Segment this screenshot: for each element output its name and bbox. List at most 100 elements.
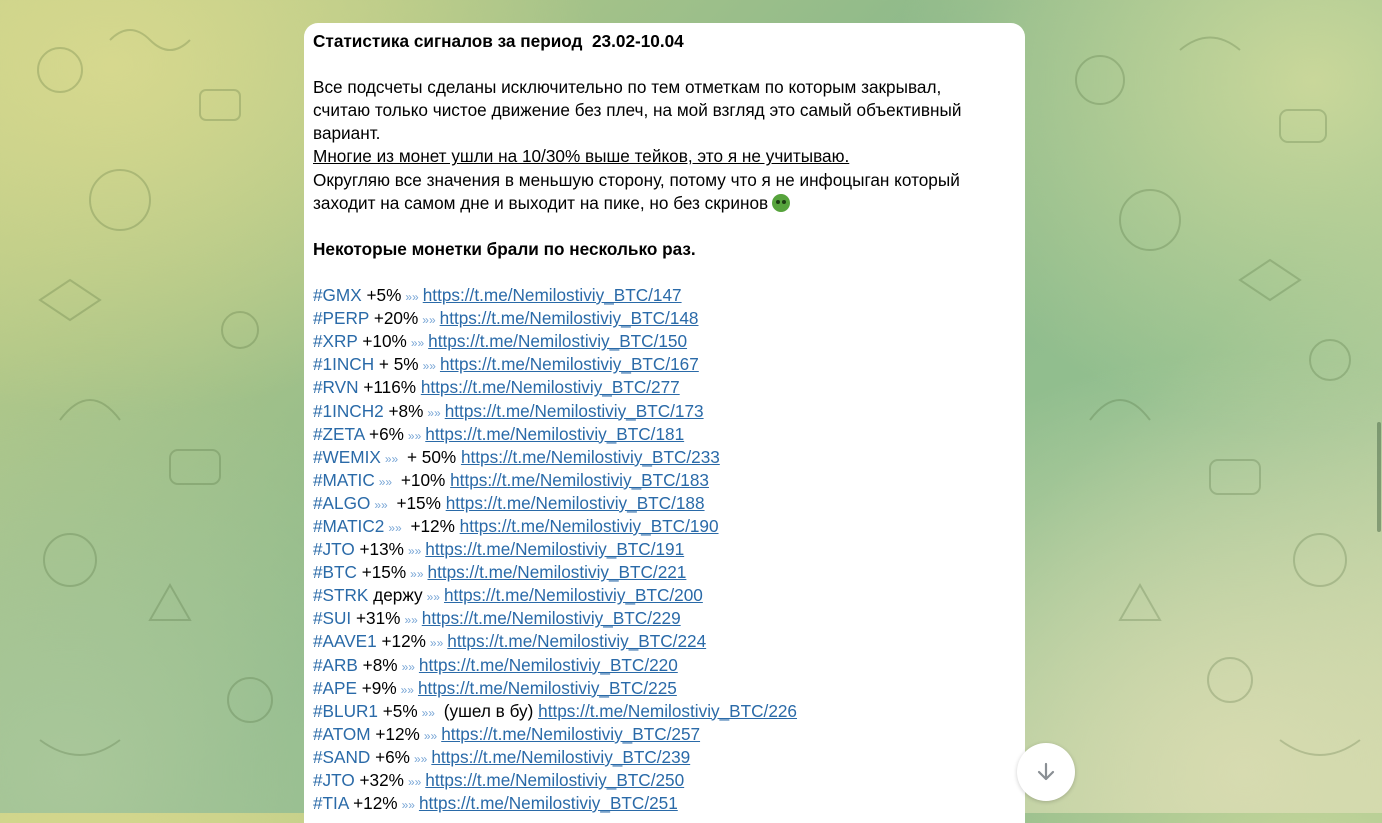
hashtag-link[interactable]: #APE: [313, 678, 357, 698]
post-link[interactable]: https://t.me/Nemilostiviy_BTC/191: [425, 539, 684, 559]
signal-result: +13%: [354, 539, 404, 560]
post-link[interactable]: https://t.me/Nemilostiviy_BTC/257: [441, 724, 700, 744]
hashtag-link[interactable]: #PERP: [313, 308, 369, 328]
signal-result: + 5%: [374, 354, 419, 375]
post-link[interactable]: https://t.me/Nemilostiviy_BTC/229: [422, 608, 681, 628]
arrow-emoji-icon: »»: [429, 636, 444, 651]
rounding-line-text: заходит на самом дне и выходит на пике, …: [313, 192, 769, 213]
post-link[interactable]: https://t.me/Nemilostiviy_BTC/188: [446, 493, 705, 513]
arrow-emoji-icon: »»: [404, 613, 418, 628]
post-link[interactable]: https://t.me/Nemilostiviy_BTC/239: [431, 747, 690, 767]
message-content: Статистика сигналов за период 23.02-10.0…: [304, 23, 1025, 815]
arrow-emoji-icon: »»: [410, 336, 425, 351]
hashtag-link[interactable]: #GMX: [313, 285, 362, 305]
signal-row: #1INCH2 +8%»» https://t.me/Nemilostiviy_B…: [313, 400, 1016, 423]
signal-row: #BLUR1 +5%»» (ушел в бу) https://t.me/Ne…: [313, 700, 1016, 723]
hashtag-link[interactable]: #XRP: [313, 331, 358, 351]
signal-row: #APE +9%»» https://t.me/Nemilostiviy_BTC/…: [313, 677, 1016, 700]
rounding-line-with-emoji: заходит на самом дне и выходит на пике, …: [313, 192, 1016, 215]
signal-result: + 50%: [402, 446, 457, 467]
signal-result: +6%: [364, 423, 404, 444]
hashtag-link[interactable]: #JTO: [313, 770, 355, 790]
post-link[interactable]: https://t.me/Nemilostiviy_BTC/250: [425, 770, 684, 790]
hashtag-link[interactable]: #STRK: [313, 585, 368, 605]
post-link[interactable]: https://t.me/Nemilostiviy_BTC/220: [419, 655, 678, 675]
arrow-emoji-icon: »»: [407, 544, 422, 559]
post-link[interactable]: https://t.me/Nemilostiviy_BTC/173: [445, 401, 704, 421]
signal-row: #STRK держу»» https://t.me/Nemilostiviy_B…: [313, 584, 1016, 607]
arrow-emoji-icon: »»: [427, 405, 441, 420]
post-link[interactable]: https://t.me/Nemilostiviy_BTC/233: [461, 447, 720, 467]
signal-result: +5%: [361, 285, 402, 306]
hashtag-link[interactable]: #BLUR1: [313, 701, 378, 721]
post-link[interactable]: https://t.me/Nemilostiviy_BTC/224: [447, 631, 706, 651]
post-link[interactable]: https://t.me/Nemilostiviy_BTC/167: [440, 354, 699, 374]
hashtag-link[interactable]: #BTC: [313, 562, 357, 582]
hashtag-link[interactable]: #ATOM: [313, 724, 371, 744]
signal-row: #TIA +12%»» https://t.me/Nemilostiviy_BTC…: [313, 792, 1016, 815]
hashtag-link[interactable]: #ZETA: [313, 424, 364, 444]
signal-result: +10%: [396, 469, 446, 490]
signal-row: #PERP +20%»» https://t.me/Nemilostiviy_BT…: [313, 307, 1016, 330]
signal-result: +15%: [356, 562, 407, 583]
signal-row: #ATOM +12%»» https://t.me/Nemilostiviy_BT…: [313, 723, 1016, 746]
post-link[interactable]: https://t.me/Nemilostiviy_BTC/147: [423, 285, 682, 305]
arrow-emoji-icon: »»: [374, 497, 388, 512]
signal-row: #MATIC»» +10% https://t.me/Nemilostiviy_…: [313, 469, 1016, 492]
signal-result: +12%: [405, 515, 455, 536]
signal-row: #SUI +31%»» https://t.me/Nemilostiviy_BTC…: [313, 607, 1016, 630]
hashtag-link[interactable]: #MATIC: [313, 470, 375, 490]
scroll-down-button[interactable]: [1017, 743, 1075, 801]
arrow-emoji-icon: »»: [405, 290, 419, 305]
message-title: Статистика сигналов за период 23.02-10.0…: [313, 31, 684, 51]
post-link[interactable]: https://t.me/Nemilostiviy_BTC/190: [460, 516, 719, 536]
signal-row: #ARB +8%»» https://t.me/Nemilostiviy_BTC/…: [313, 654, 1016, 677]
post-link[interactable]: https://t.me/Nemilostiviy_BTC/226: [538, 701, 797, 721]
signal-row: #GMX +5%»» https://t.me/Nemilostiviy_BTC/…: [313, 284, 1016, 307]
post-link[interactable]: https://t.me/Nemilostiviy_BTC/148: [440, 308, 699, 328]
intro-line: вариант.: [313, 123, 381, 144]
signal-row: #JTO +13%»» https://t.me/Nemilostiviy_BTC…: [313, 538, 1016, 561]
hashtag-link[interactable]: #JTO: [313, 539, 355, 559]
signal-row: #ALGO »» +15% https://t.me/Nemilostiviy_B…: [313, 492, 1016, 515]
post-link[interactable]: https://t.me/Nemilostiviy_BTC/181: [425, 424, 684, 444]
signal-row: #MATIC2 »» +12% https://t.me/Nemilostiviy…: [313, 515, 1016, 538]
post-link[interactable]: https://t.me/Nemilostiviy_BTC/150: [428, 331, 687, 351]
hashtag-link[interactable]: #RVN: [313, 377, 359, 397]
hashtag-link[interactable]: #ARB: [313, 655, 358, 675]
signal-result: +5%: [377, 700, 418, 721]
post-link[interactable]: https://t.me/Nemilostiviy_BTC/277: [421, 377, 680, 397]
signal-result: +12%: [376, 631, 426, 652]
hashtag-link[interactable]: #1INCH: [313, 354, 374, 374]
post-link[interactable]: https://t.me/Nemilostiviy_BTC/183: [450, 470, 709, 490]
hashtag-link[interactable]: #ALGO: [313, 493, 370, 513]
hashtag-link[interactable]: #SAND: [313, 747, 370, 767]
hashtag-link[interactable]: #MATIC2: [313, 516, 384, 536]
signal-row: #BTC +15%»» https://t.me/Nemilostiviy_BTC…: [313, 561, 1016, 584]
signal-result: держу: [368, 585, 423, 606]
hashtag-link[interactable]: #1INCH2: [313, 401, 384, 421]
post-link[interactable]: https://t.me/Nemilostiviy_BTC/221: [428, 562, 687, 582]
arrow-emoji-icon: »»: [388, 520, 402, 535]
message-bubble: Статистика сигналов за период 23.02-10.0…: [304, 23, 1025, 823]
hashtag-link[interactable]: #AAVE1: [313, 631, 377, 651]
arrow-emoji-icon: »»: [410, 567, 424, 582]
intro-line: Все подсчеты сделаны исключительно по те…: [313, 77, 942, 98]
arrow-emoji-icon: »»: [413, 751, 428, 766]
signal-row: #ZETA +6%»» https://t.me/Nemilostiviy_BTC…: [313, 423, 1016, 446]
arrow-emoji-icon: »»: [407, 428, 422, 443]
arrow-emoji-icon: »»: [422, 359, 436, 374]
hashtag-link[interactable]: #WEMIX: [313, 447, 381, 467]
signal-result: (ушел в бу): [438, 700, 534, 721]
hashtag-link[interactable]: #TIA: [313, 793, 348, 813]
arrow-emoji-icon: »»: [421, 705, 435, 720]
rounding-line: Округляю все значения в меньшую сторону,…: [313, 169, 960, 190]
post-link[interactable]: https://t.me/Nemilostiviy_BTC/251: [419, 793, 678, 813]
scrollbar[interactable]: [1376, 0, 1382, 813]
signal-result: +10%: [357, 331, 407, 352]
post-link[interactable]: https://t.me/Nemilostiviy_BTC/200: [444, 585, 703, 605]
post-link[interactable]: https://t.me/Nemilostiviy_BTC/225: [418, 678, 677, 698]
arrow-down-icon: [1037, 762, 1055, 781]
hashtag-link[interactable]: #SUI: [313, 608, 351, 628]
scrollbar-thumb[interactable]: [1377, 422, 1381, 532]
